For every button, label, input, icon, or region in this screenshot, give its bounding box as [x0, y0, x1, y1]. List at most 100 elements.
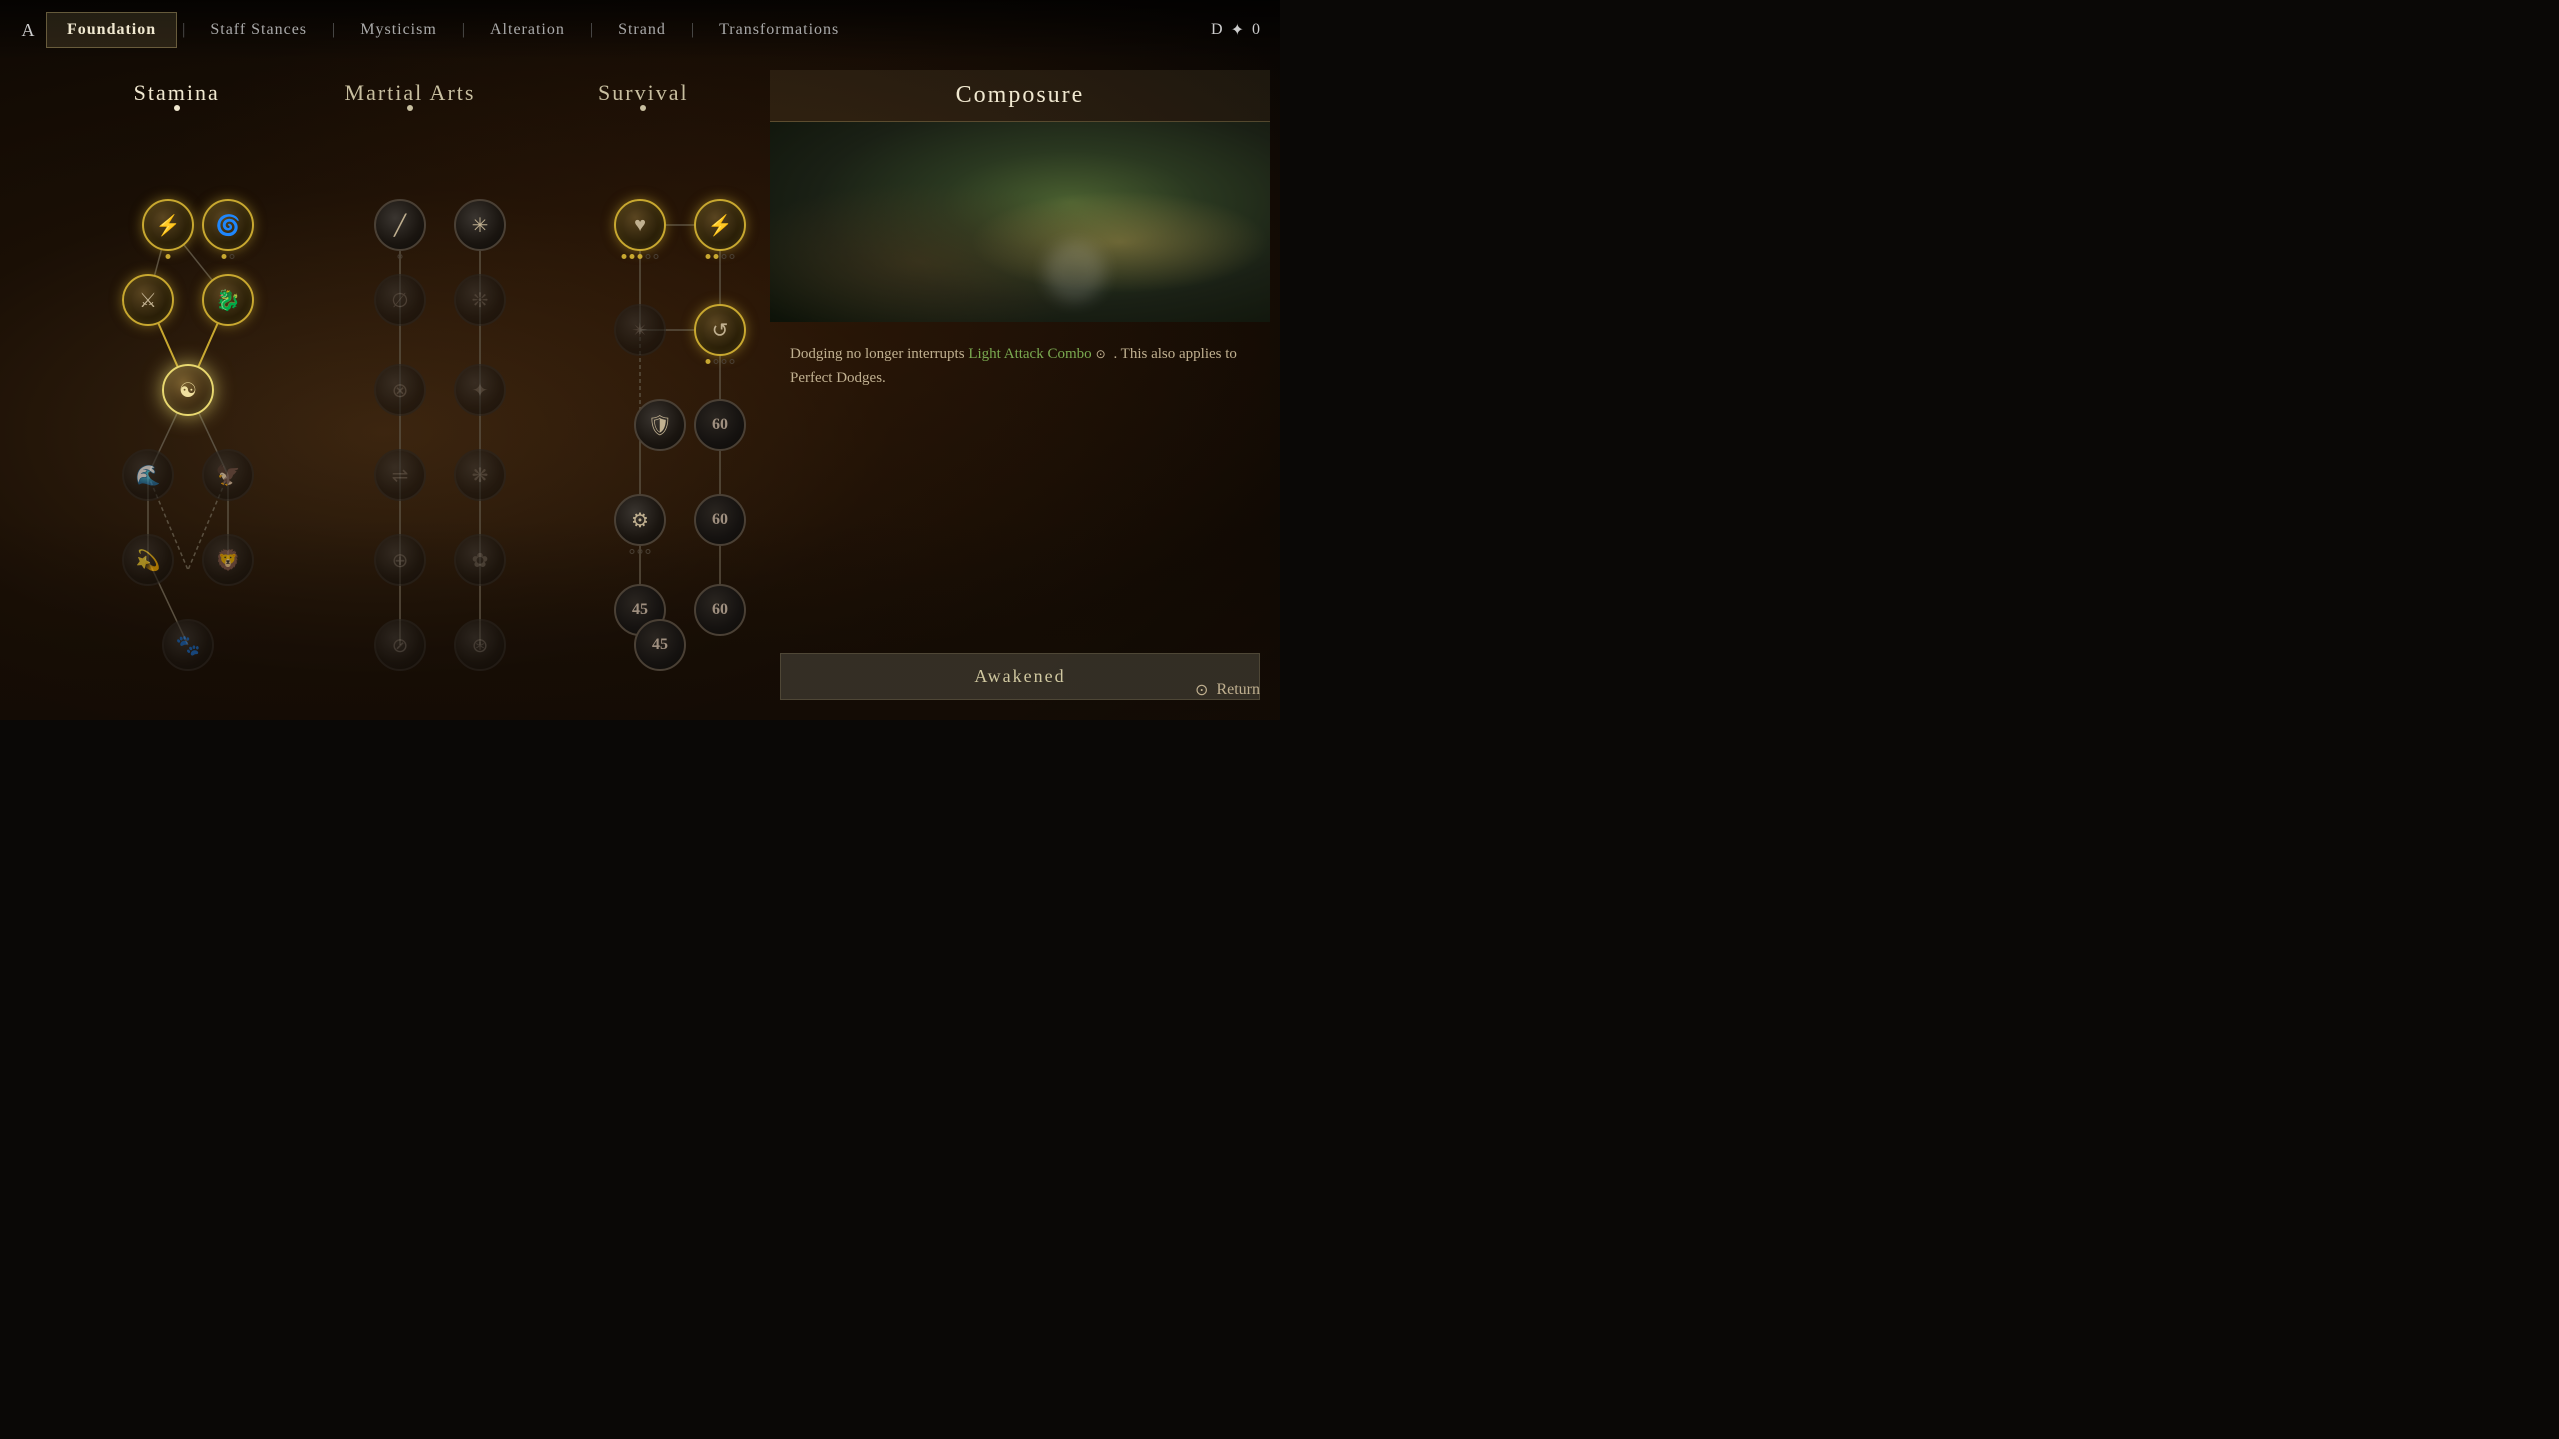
- nav-sep-3: |: [462, 21, 465, 39]
- col-header-survival[interactable]: Survival: [527, 80, 760, 106]
- nav-right-icon: D: [1211, 21, 1223, 39]
- nav-sep-5: |: [691, 21, 694, 39]
- skill-icon: 🌊: [136, 463, 161, 488]
- skill-icon: ⊗: [392, 378, 409, 403]
- skill-survival-3a[interactable]: 🛡: [634, 399, 686, 451]
- skill-martial-1b[interactable]: ✳: [454, 199, 506, 251]
- skill-icon: ⇌: [392, 463, 409, 488]
- skill-icon: ✳: [472, 213, 489, 238]
- skill-stamina-4b[interactable]: 🦁: [202, 534, 254, 586]
- skill-survival-4a[interactable]: ⚙: [614, 494, 666, 546]
- top-navigation: A Foundation | Staff Stances | Mysticism…: [0, 0, 1280, 60]
- skill-stamina-4a[interactable]: 💫: [122, 534, 174, 586]
- tab-transformations[interactable]: Transformations: [699, 13, 859, 47]
- skill-icon: ∅: [391, 288, 408, 313]
- skill-icon: 🦅: [216, 463, 241, 488]
- skill-preview-image: [770, 122, 1270, 322]
- skill-icon: ↺: [712, 318, 729, 343]
- skill-stamina-3a[interactable]: 🌊: [122, 449, 174, 501]
- skill-cost-text: 45: [652, 636, 668, 654]
- skill-martial-5a[interactable]: ⊕: [374, 534, 426, 586]
- detail-panel: Composure Dodging no longer interrupts L…: [770, 70, 1270, 710]
- skill-icon: ⊕: [392, 548, 409, 573]
- skill-survival-2a[interactable]: ✴: [614, 304, 666, 356]
- skill-martial-4b[interactable]: ❋: [454, 449, 506, 501]
- skill-stamina-2a[interactable]: ⚔: [122, 274, 174, 326]
- skill-tree-area: ⚡ 🌀 ⚔ 🐉 ☯ 🌊 🦅: [60, 130, 760, 700]
- skill-icon: 🌀: [216, 213, 241, 238]
- currency-value: 0: [1252, 21, 1260, 39]
- skill-icon: ⊛: [472, 633, 489, 658]
- skill-survival-composure[interactable]: ↺: [694, 304, 746, 356]
- skill-survival-4b-num[interactable]: 60: [694, 494, 746, 546]
- skill-icon: ⊘: [392, 633, 409, 658]
- skill-cost-text: 45: [632, 601, 648, 619]
- skill-stamina-composure[interactable]: ☯: [162, 364, 214, 416]
- skill-stamina-2b[interactable]: 🐉: [202, 274, 254, 326]
- skill-martial-1a[interactable]: ╱: [374, 199, 426, 251]
- skill-survival-3b-num[interactable]: 60: [694, 399, 746, 451]
- return-label: Return: [1216, 681, 1260, 699]
- skill-cost-text: 60: [712, 416, 728, 434]
- currency-icon: ✦: [1231, 20, 1244, 40]
- skill-icon: 🛡: [647, 413, 672, 438]
- panel-title: Composure: [770, 70, 1270, 122]
- skill-icon: ❊: [472, 288, 489, 313]
- skill-stamina-1b[interactable]: 🌀: [202, 199, 254, 251]
- tab-staff-stances[interactable]: Staff Stances: [190, 13, 327, 47]
- nav-right: D ✦ 0: [1211, 20, 1260, 40]
- nav-sep-2: |: [332, 21, 335, 39]
- column-headers: Stamina Martial Arts Survival: [60, 80, 760, 106]
- return-button[interactable]: ⊙ Return: [1195, 680, 1260, 700]
- skill-icon: 🐾: [176, 633, 201, 658]
- main-content: Stamina Martial Arts Survival: [0, 60, 1280, 720]
- skill-icon: ✦: [472, 378, 489, 403]
- skill-martial-6b[interactable]: ⊛: [454, 619, 506, 671]
- skill-icon: 💫: [136, 548, 161, 573]
- nav-left-icon[interactable]: A: [10, 12, 46, 48]
- skill-icon: ╱: [394, 213, 406, 238]
- skill-icon: 🦁: [216, 548, 241, 573]
- panel-description: Dodging no longer interrupts Light Attac…: [770, 322, 1270, 410]
- skill-martial-3a[interactable]: ⊗: [374, 364, 426, 416]
- tab-foundation[interactable]: Foundation: [46, 12, 177, 48]
- skill-icon: ♥: [634, 214, 646, 237]
- skill-icon: ⚔: [139, 288, 157, 313]
- skill-survival-1b[interactable]: ⚡: [694, 199, 746, 251]
- col-header-martial-arts[interactable]: Martial Arts: [293, 80, 526, 106]
- skill-icon: ⚙: [631, 508, 649, 533]
- skill-icon: ⚡: [708, 213, 733, 238]
- skill-martial-6a[interactable]: ⊘: [374, 619, 426, 671]
- skill-icon: ❋: [472, 463, 489, 488]
- tab-mysticism[interactable]: Mysticism: [340, 13, 457, 47]
- nav-sep-1: |: [182, 21, 185, 39]
- panel-image: [770, 122, 1270, 322]
- desc-text-start: Dodging no longer interrupts: [790, 346, 968, 362]
- skill-martial-5b[interactable]: ✿: [454, 534, 506, 586]
- controller-icon-return: ⊙: [1195, 680, 1208, 700]
- desc-highlight[interactable]: Light Attack Combo: [968, 346, 1091, 362]
- skill-survival-6-num[interactable]: 45: [634, 619, 686, 671]
- skill-icon: ✿: [472, 548, 489, 573]
- skill-martial-2a[interactable]: ∅: [374, 274, 426, 326]
- panel-status: Awakened: [780, 653, 1260, 700]
- col-header-stamina[interactable]: Stamina: [60, 80, 293, 106]
- nav-sep-4: |: [590, 21, 593, 39]
- tab-strand[interactable]: Strand: [598, 13, 686, 47]
- tab-alteration[interactable]: Alteration: [470, 13, 585, 47]
- skill-icon: ☯: [179, 378, 197, 403]
- skill-stamina-5[interactable]: 🐾: [162, 619, 214, 671]
- skill-icon: 🐉: [216, 288, 241, 313]
- skill-martial-2b[interactable]: ❊: [454, 274, 506, 326]
- skill-stamina-1a[interactable]: ⚡: [142, 199, 194, 251]
- skill-martial-4a[interactable]: ⇌: [374, 449, 426, 501]
- skill-survival-5b-num[interactable]: 60: [694, 584, 746, 636]
- skill-survival-1a[interactable]: ♥: [614, 199, 666, 251]
- skill-icon: ✴: [632, 318, 649, 343]
- skill-icon: ⚡: [156, 213, 181, 238]
- skill-cost-text: 60: [712, 601, 728, 619]
- skill-stamina-3b[interactable]: 🦅: [202, 449, 254, 501]
- controller-icon: ⊙: [1096, 347, 1106, 361]
- skill-martial-3b[interactable]: ✦: [454, 364, 506, 416]
- skill-cost-text: 60: [712, 511, 728, 529]
